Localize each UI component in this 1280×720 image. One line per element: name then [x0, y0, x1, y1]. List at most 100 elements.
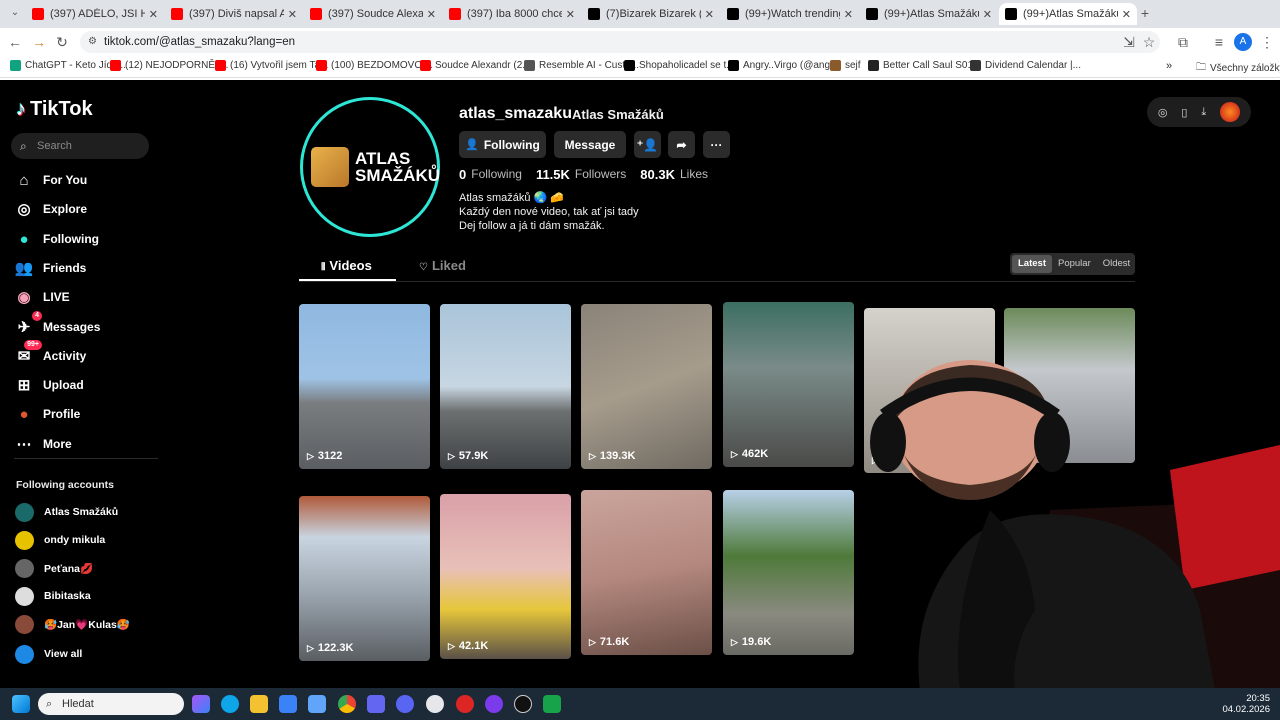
nav-item-following[interactable]: ● Following — [14, 228, 99, 250]
nav-item-profile[interactable]: ● Profile — [14, 403, 80, 425]
view-all-link[interactable]: View all — [15, 644, 82, 664]
video-thumbnail[interactable]: ▷ 139.3K — [581, 304, 712, 469]
store-icon[interactable] — [279, 695, 297, 713]
app-icon[interactable] — [456, 695, 474, 713]
tab-search-icon[interactable]: ⌄ — [6, 4, 24, 22]
device-icon[interactable]: ▯ — [1181, 106, 1187, 119]
play-icon: ▷ — [307, 642, 314, 653]
address-bar[interactable]: ⚙ tiktok.com/@atlas_smazaku?lang=en — [80, 31, 1160, 53]
bookmark-item[interactable]: Soudce Alexandr (2... — [420, 60, 531, 71]
bookmark-item[interactable]: Shopaholicadel se t... — [624, 60, 735, 71]
media-icon[interactable]: ≡ — [1210, 33, 1228, 51]
back-icon[interactable]: ← — [6, 33, 24, 51]
following-account-item[interactable]: 🥵Jan💗Kulas🥵 — [15, 614, 130, 634]
following-account-item[interactable]: Peťana💋 — [15, 558, 93, 578]
nav-item-upload[interactable]: ⊞ Upload — [14, 374, 84, 396]
copilot-icon[interactable] — [192, 695, 210, 713]
tab-liked[interactable]: ♡ Liked — [419, 258, 466, 273]
video-thumbnail[interactable]: ▷ 3122 — [299, 304, 430, 469]
close-tab-icon[interactable]: ✕ — [700, 7, 714, 21]
nav-item-for-you[interactable]: ⌂ For You — [14, 169, 87, 191]
bookmark-item[interactable]: Resemble AI - Custo... — [524, 60, 639, 71]
bookmark-item[interactable]: (12) NEJODPORNĚJ... — [110, 60, 228, 71]
message-button[interactable]: Message — [554, 131, 626, 158]
install-app-icon[interactable]: ⇲ — [1120, 33, 1138, 51]
forward-icon[interactable]: → — [30, 33, 48, 51]
bookmark-item[interactable]: sejf — [830, 60, 861, 71]
tiktok-logo[interactable]: ♪ TikTok — [16, 98, 93, 121]
search-input[interactable]: ⌕ Search — [11, 133, 149, 159]
nav-item-explore[interactable]: ◎ Explore — [14, 198, 87, 220]
teams-icon[interactable] — [367, 695, 385, 713]
file-explorer-icon[interactable] — [250, 695, 268, 713]
following-account-item[interactable]: Bibitaska — [15, 586, 91, 606]
following-button[interactable]: 👤 Following — [459, 131, 546, 158]
video-thumbnail[interactable]: ▷ 19.6K — [723, 490, 854, 655]
bookmark-item[interactable]: (16) Vytvořil jsem Ta... — [215, 60, 328, 71]
wordpress-icon[interactable] — [426, 695, 444, 713]
edge-icon[interactable] — [221, 695, 239, 713]
taskbar-search-input[interactable]: ⌕ Hledat — [38, 693, 184, 715]
coins-icon[interactable]: ◎ — [1158, 106, 1168, 119]
extensions-icon[interactable]: ⧉ — [1174, 33, 1192, 51]
close-tab-icon[interactable]: ✕ — [422, 7, 436, 21]
close-tab-icon[interactable]: ✕ — [561, 7, 575, 21]
browser-tab[interactable]: (397) Diviš napsal Adéle✕ — [165, 3, 303, 25]
close-tab-icon[interactable]: ✕ — [283, 7, 297, 21]
bookmark-star-icon[interactable]: ☆ — [1140, 33, 1158, 51]
video-thumbnail[interactable]: ▷ 122.3K — [299, 496, 430, 661]
followers-label[interactable]: Followers — [575, 167, 626, 182]
chrome-icon[interactable] — [338, 695, 356, 713]
video-thumbnail[interactable]: ▷ 462K — [723, 302, 854, 467]
browser-tab[interactable]: (397) Soudce Alexandr (2✕ — [304, 3, 442, 25]
discord-icon[interactable] — [396, 695, 414, 713]
video-thumbnail[interactable]: ▷ 57.9K — [440, 304, 571, 469]
menu-icon[interactable]: ⋮ — [1258, 33, 1276, 51]
nav-item-more[interactable]: ⋯ More — [14, 433, 72, 455]
streamlabs-icon[interactable] — [543, 695, 561, 713]
account-avatar[interactable]: A — [1234, 33, 1252, 51]
bookmark-item[interactable]: Angry..Virgo (@ang... — [728, 60, 838, 71]
browser-tab[interactable]: (397) ADÉLO, JSI HYENA!✕ — [26, 3, 164, 25]
more-options-button[interactable]: ··· — [703, 131, 730, 158]
nav-item-activity[interactable]: ✉ 99+ Activity — [14, 340, 86, 367]
browser-tab[interactable]: (99+)Watch trending vide✕ — [721, 3, 859, 25]
sort-oldest[interactable]: Oldest — [1097, 255, 1136, 273]
close-tab-icon[interactable]: ✕ — [144, 7, 158, 21]
sort-popular[interactable]: Popular — [1052, 255, 1097, 273]
bookmark-item[interactable]: ChatGPT - Keto Jíde... — [10, 60, 126, 71]
site-info-icon[interactable]: ⚙ — [88, 31, 97, 53]
close-tab-icon[interactable]: ✕ — [978, 7, 992, 21]
reload-icon[interactable]: ↻ — [53, 33, 71, 51]
messenger-icon[interactable] — [485, 695, 503, 713]
close-tab-icon[interactable]: ✕ — [1117, 7, 1131, 21]
browser-tab[interactable]: (397) Iba 8000 chce ✕ — [443, 3, 581, 25]
following-account-item[interactable]: Atlas Smažáků — [15, 502, 118, 522]
tab-videos[interactable]: ⦀ Videos — [321, 258, 372, 273]
video-thumbnail[interactable]: ▷ 42.1K — [440, 494, 571, 659]
my-avatar[interactable] — [1220, 102, 1241, 122]
suggested-accounts-button[interactable]: ⁺👤 — [634, 131, 661, 158]
download-icon[interactable]: ⤓ — [1201, 106, 1206, 119]
nav-item-friends[interactable]: 👥 Friends — [14, 257, 87, 279]
all-bookmarks[interactable]: 🗀 Všechny záložky — [1196, 60, 1280, 77]
nav-item-messages[interactable]: ✈ 4 Messages — [14, 311, 100, 338]
mail-icon[interactable] — [308, 695, 326, 713]
obs-icon[interactable] — [514, 695, 532, 713]
new-tab-icon[interactable]: + — [1136, 4, 1154, 22]
video-thumbnail[interactable]: ▷ 71.6K — [581, 490, 712, 655]
bookmark-item[interactable]: Dividend Calendar |... — [970, 60, 1081, 71]
close-tab-icon[interactable]: ✕ — [839, 7, 853, 21]
more-bookmarks-icon[interactable]: » — [1166, 60, 1172, 72]
browser-tab[interactable]: (7)Bizarek Bizarek (@biza✕ — [582, 3, 720, 25]
browser-tab[interactable]: (99+)Atlas Smažáků (@at✕ — [999, 3, 1137, 25]
bookmark-item[interactable]: (100) BEZDOMOVCI... — [316, 60, 433, 71]
browser-tab[interactable]: (99+)Atlas Smažáků (@at✕ — [860, 3, 998, 25]
windows-start-icon[interactable] — [12, 695, 30, 713]
sort-latest[interactable]: Latest — [1012, 255, 1052, 273]
following-label[interactable]: Following — [471, 167, 522, 182]
nav-item-live[interactable]: ◉ LIVE — [14, 286, 69, 308]
share-button[interactable]: ➦ — [668, 131, 695, 158]
following-account-item[interactable]: ondy mikula — [15, 530, 105, 550]
bookmark-item[interactable]: Better Call Saul S01... — [868, 60, 981, 71]
